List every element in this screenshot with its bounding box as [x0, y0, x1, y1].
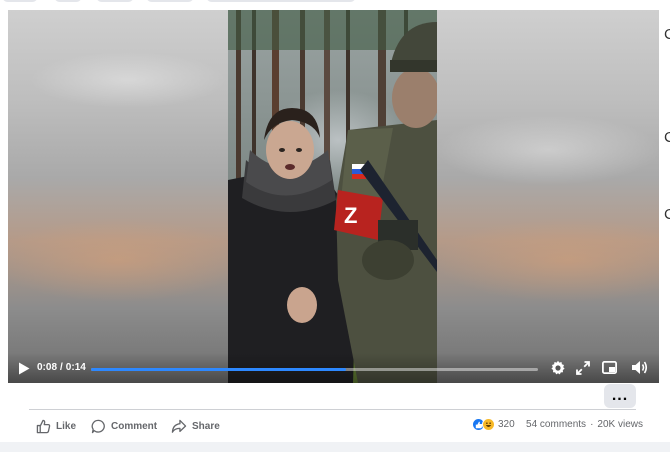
fullscreen-icon[interactable] — [574, 359, 591, 376]
post-stats: 320 · 54 comments · 20K views — [472, 418, 643, 431]
pip-icon[interactable] — [601, 359, 618, 376]
progress-fill — [91, 368, 346, 371]
share-icon — [171, 419, 187, 433]
time-display: 0:08/0:14 — [37, 362, 86, 373]
toolbar-chip[interactable] — [146, 0, 194, 2]
top-toolbar-cropped — [0, 0, 670, 4]
edge-text: C — [664, 26, 670, 43]
time-separator: / — [60, 362, 63, 373]
comment-label: Comment — [111, 420, 158, 432]
like-label: Like — [56, 420, 77, 432]
thumbs-up-icon — [36, 419, 51, 433]
volume-icon[interactable] — [630, 359, 649, 376]
video-player[interactable]: Z 0:08/0:14 — [8, 10, 659, 383]
share-label: Share — [192, 420, 220, 432]
current-time: 0:08 — [37, 362, 58, 373]
haha-reaction-icon[interactable] — [482, 418, 495, 431]
player-controls: 0:08/0:14 — [8, 353, 659, 383]
feed-background — [0, 442, 670, 452]
divider — [29, 409, 636, 410]
edge-text: C — [664, 129, 670, 146]
duration: 0:14 — [65, 362, 86, 373]
armband-letter: Z — [344, 203, 357, 228]
more-options-button[interactable]: ... — [604, 384, 636, 408]
toolbar-chip[interactable] — [2, 0, 38, 2]
video-still: Z — [228, 10, 437, 383]
share-button[interactable]: Share — [171, 416, 220, 436]
like-button[interactable]: Like — [36, 416, 76, 436]
progress-bar[interactable] — [91, 368, 538, 371]
video-frame[interactable]: Z — [228, 10, 437, 383]
edge-text: C — [664, 206, 670, 223]
gear-icon[interactable] — [549, 359, 566, 376]
play-icon[interactable] — [16, 359, 32, 377]
toolbar-chip[interactable] — [96, 0, 134, 2]
toolbar-chip[interactable] — [206, 0, 356, 2]
views-count: 20K views — [597, 419, 643, 430]
comments-count-link[interactable]: 54 comments — [526, 419, 586, 430]
reaction-count[interactable]: 320 — [498, 419, 515, 430]
comment-icon — [91, 419, 105, 433]
more-options-label: ... — [611, 387, 629, 404]
comment-button[interactable]: Comment — [91, 416, 157, 436]
stats-separator: · — [590, 419, 594, 430]
toolbar-chip[interactable] — [54, 0, 82, 2]
